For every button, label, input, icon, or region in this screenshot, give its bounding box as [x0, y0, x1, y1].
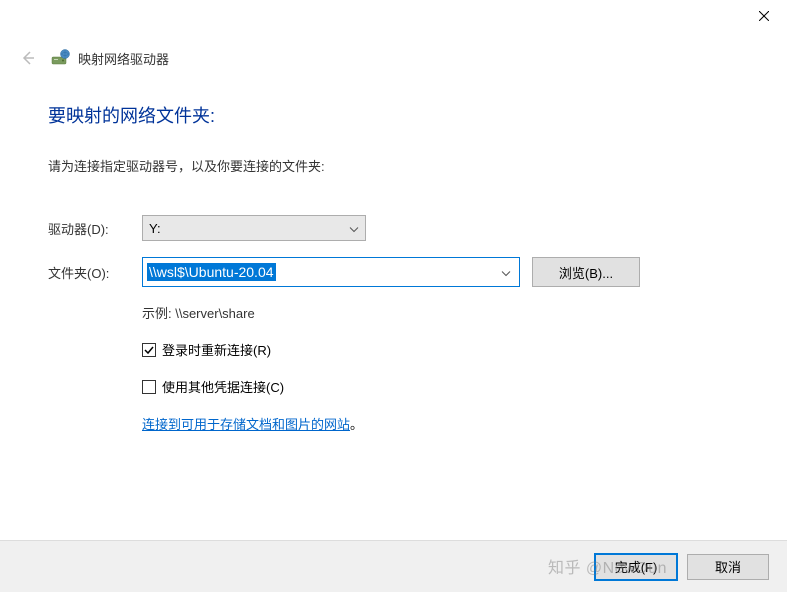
- chevron-down-icon: [501, 265, 511, 280]
- instruction-text: 请为连接指定驱动器号，以及你要连接的文件夹:: [48, 156, 739, 175]
- drive-label: 驱动器(D):: [48, 219, 142, 238]
- browse-button[interactable]: 浏览(B)...: [532, 257, 640, 287]
- back-arrow-icon: [20, 50, 36, 66]
- credentials-checkbox-row: 使用其他凭据连接(C): [142, 377, 739, 396]
- page-heading: 要映射的网络文件夹:: [48, 102, 739, 128]
- storage-website-link[interactable]: 连接到可用于存储文档和图片的网站: [142, 417, 350, 432]
- titlebar: [0, 0, 787, 32]
- folder-input[interactable]: [147, 264, 515, 280]
- cancel-button[interactable]: 取消: [687, 554, 769, 580]
- network-drive-icon: [50, 48, 70, 68]
- back-button: [14, 44, 42, 72]
- close-button[interactable]: [741, 0, 787, 32]
- drive-select[interactable]: Y:: [142, 215, 366, 241]
- window-title: 映射网络驱动器: [78, 49, 169, 68]
- storage-link-row: 连接到可用于存储文档和图片的网站。: [142, 414, 739, 433]
- reconnect-checkbox[interactable]: [142, 343, 156, 357]
- footer: 完成(F) 取消: [0, 540, 787, 592]
- close-icon: [759, 11, 769, 21]
- credentials-checkbox[interactable]: [142, 380, 156, 394]
- chevron-down-icon: [349, 221, 359, 236]
- drive-row: 驱动器(D): Y:: [48, 215, 739, 241]
- folder-row: 文件夹(O): \\wsl$\Ubuntu-20.04 浏览(B)...: [48, 257, 739, 287]
- folder-label: 文件夹(O):: [48, 263, 142, 282]
- link-suffix: 。: [350, 417, 363, 432]
- drive-value: Y:: [149, 221, 161, 236]
- header-row: 映射网络驱动器: [0, 32, 787, 72]
- example-text: 示例: \\server\share: [142, 303, 739, 322]
- content-area: 要映射的网络文件夹: 请为连接指定驱动器号，以及你要连接的文件夹: 驱动器(D)…: [0, 72, 787, 433]
- reconnect-label: 登录时重新连接(R): [162, 340, 271, 359]
- finish-button[interactable]: 完成(F): [595, 554, 677, 580]
- reconnect-checkbox-row: 登录时重新连接(R): [142, 340, 739, 359]
- credentials-label: 使用其他凭据连接(C): [162, 377, 284, 396]
- checkmark-icon: [144, 345, 154, 355]
- folder-combobox[interactable]: \\wsl$\Ubuntu-20.04: [142, 257, 520, 287]
